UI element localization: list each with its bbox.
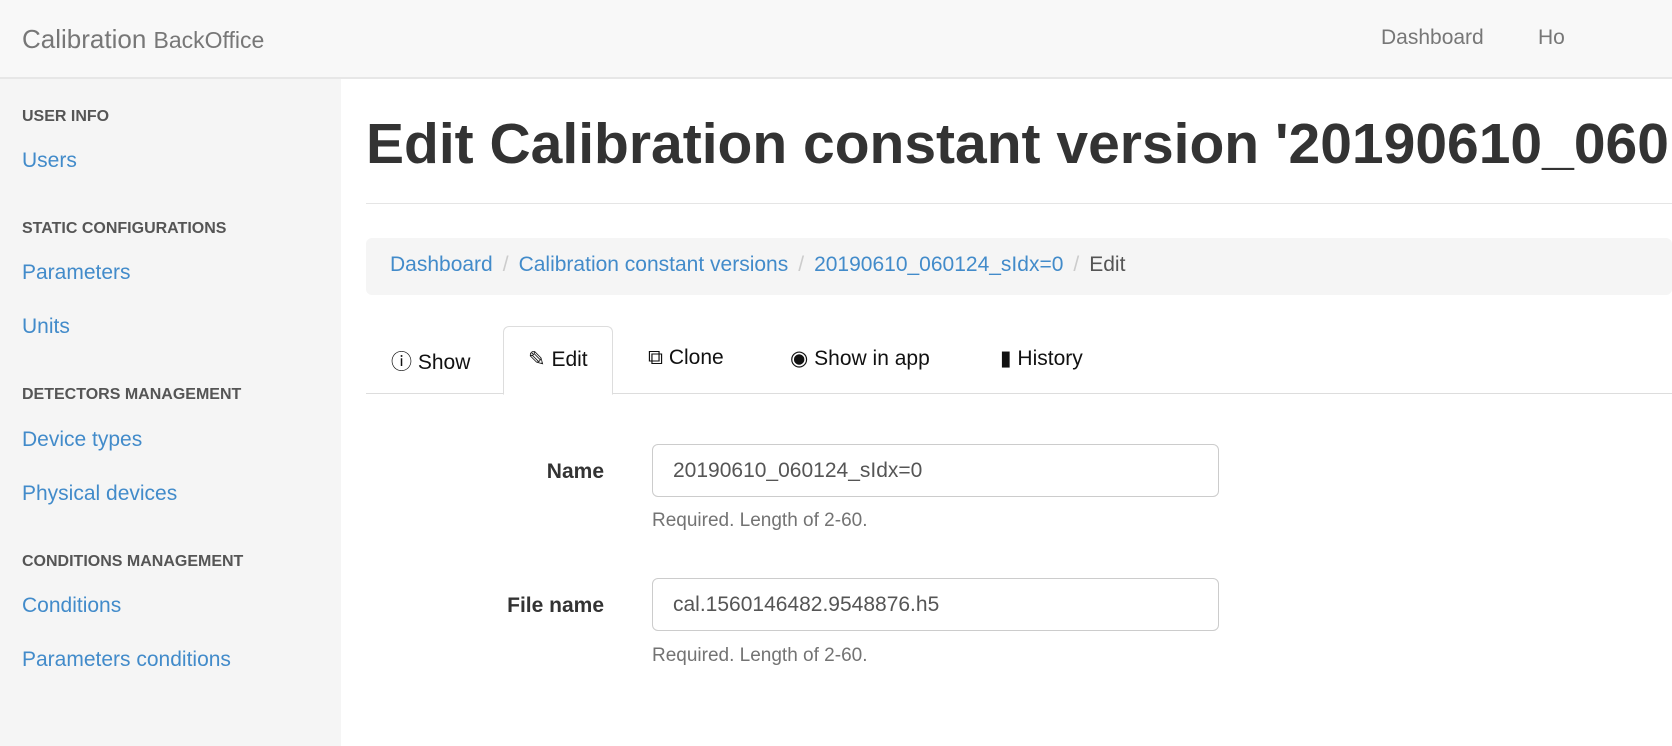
sidebar-item-conditions[interactable]: Conditions	[22, 594, 121, 618]
tab-label: Clone	[668, 346, 724, 369]
nav-home[interactable]: Ho	[1538, 26, 1565, 50]
sidebar-section-user-info: USER INFO	[22, 108, 110, 125]
breadcrumb: Dashboard / Calibration constant versions /…	[366, 238, 1672, 295]
sidebar-item-parameters[interactable]: Parameters	[22, 261, 131, 285]
tab-label: History	[1017, 347, 1083, 370]
file-name-label: File name	[507, 594, 604, 617]
book-icon: ▮	[1000, 347, 1012, 370]
tab-label: Show in app	[814, 347, 930, 370]
sidebar-item-units[interactable]: Units	[22, 315, 70, 339]
main-content: Edit Calibration constant version '20190…	[366, 79, 1672, 746]
copy-icon: ⧉	[648, 346, 663, 369]
sidebar-section-conditions-management: CONDITIONS MANAGEMENT	[22, 553, 244, 570]
sidebar-section-detectors-management: DETECTORS MANAGEMENT	[22, 386, 242, 403]
breadcrumb-dashboard[interactable]: Dashboard	[390, 253, 493, 276]
name-input[interactable]	[652, 444, 1219, 497]
brand-link[interactable]: Calibration BackOffice	[22, 24, 264, 55]
eye-icon: ◉	[790, 347, 809, 370]
breadcrumb-version[interactable]: 20190610_060124_sIdx=0	[814, 253, 1063, 276]
file-name-input[interactable]	[652, 578, 1219, 631]
tab-edit[interactable]: ✎ Edit	[503, 326, 613, 395]
breadcrumb-current: Edit	[1089, 253, 1126, 276]
page-title: Edit Calibration constant version '20190…	[366, 112, 1672, 176]
file-name-help: Required. Length of 2-60.	[652, 645, 868, 666]
tab-label: Show	[417, 351, 471, 374]
sidebar-item-physical-devices[interactable]: Physical devices	[22, 482, 177, 506]
breadcrumb-separator: /	[798, 253, 805, 276]
breadcrumb-separator: /	[1073, 253, 1080, 276]
navbar: Calibration BackOffice Dashboard Ho	[0, 0, 1672, 79]
sidebar-item-device-types[interactable]: Device types	[22, 428, 142, 452]
sidebar-item-parameters-conditions[interactable]: Parameters conditions	[22, 648, 231, 672]
breadcrumb-separator: /	[502, 253, 509, 276]
breadcrumb-calibration-constant-versions[interactable]: Calibration constant versions	[519, 253, 789, 276]
sidebar-item-users[interactable]: Users	[22, 149, 77, 173]
brand-name: Calibration	[22, 24, 147, 54]
info-circle-icon: ⓘ	[391, 351, 412, 374]
nav-dashboard[interactable]: Dashboard	[1381, 26, 1484, 50]
tabs: ⓘ Show ✎ Edit ⧉ Clone ◉ Show in app ▮ Hi…	[366, 326, 1672, 395]
tab-show[interactable]: ⓘ Show	[391, 326, 470, 394]
pencil-icon: ✎	[528, 348, 546, 371]
sidebar: USER INFO Users STATIC CONFIGURATIONS Pa…	[0, 79, 341, 746]
tab-clone[interactable]: ⧉ Clone	[648, 326, 724, 394]
tab-history[interactable]: ▮ History	[1000, 326, 1083, 394]
tab-show-in-app[interactable]: ◉ Show in app	[790, 326, 930, 394]
divider	[366, 203, 1672, 204]
brand-sub: BackOffice	[153, 27, 265, 53]
sidebar-section-static-configurations: STATIC CONFIGURATIONS	[22, 220, 227, 237]
name-help: Required. Length of 2-60.	[652, 510, 868, 531]
name-label: Name	[546, 460, 604, 483]
tab-label: Edit	[551, 348, 588, 371]
